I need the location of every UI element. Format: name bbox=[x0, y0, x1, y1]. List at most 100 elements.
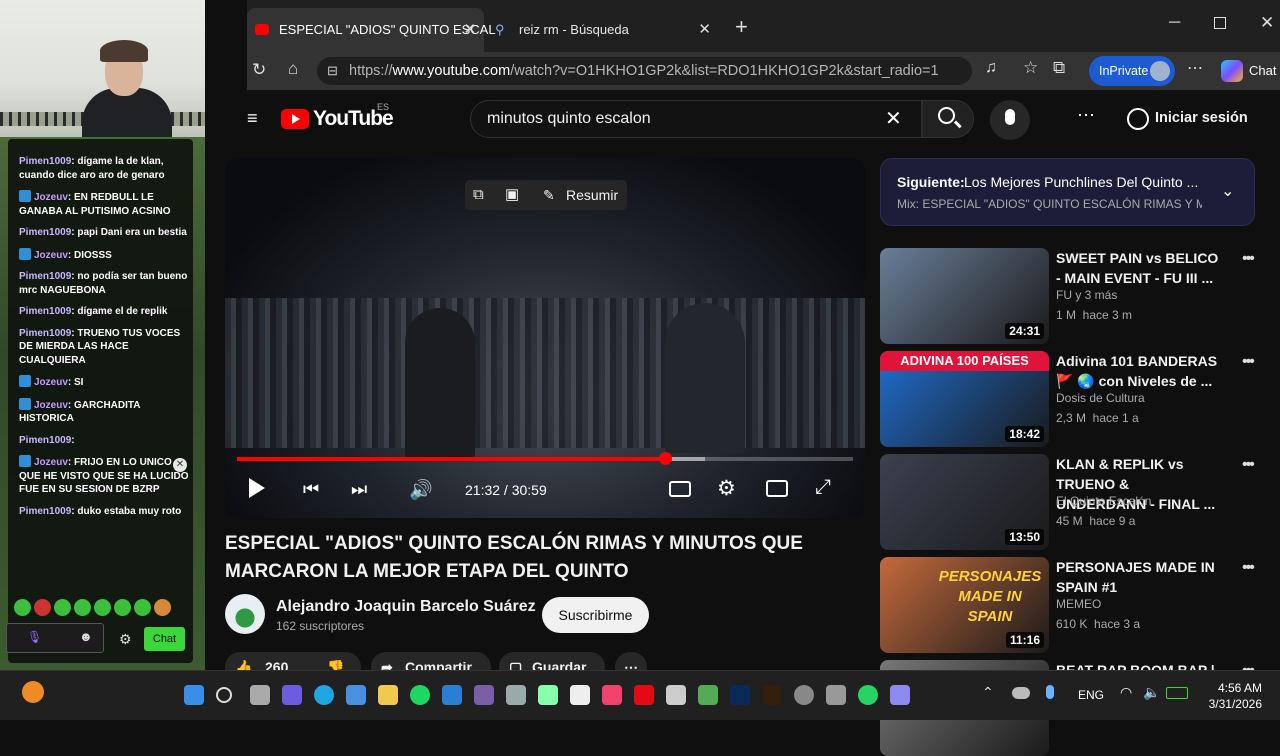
channel-name[interactable]: Alejandro Joaquin Barcelo Suárez bbox=[276, 598, 536, 616]
chat-username[interactable]: Jozeuv bbox=[34, 457, 68, 468]
captions-icon[interactable] bbox=[669, 481, 691, 497]
chat-input[interactable]: 🎙 ☻ bbox=[6, 623, 104, 653]
related-video-channel[interactable]: Dosis de Cultura bbox=[1056, 391, 1145, 405]
chat-username[interactable]: Jozeuv bbox=[34, 400, 68, 411]
related-video-channel[interactable]: El Quinto Escalón bbox=[1056, 494, 1151, 508]
related-video-channel[interactable]: FU y 3 más bbox=[1056, 288, 1117, 302]
youtube-logo-icon[interactable] bbox=[281, 109, 309, 129]
search-button[interactable] bbox=[922, 100, 974, 138]
related-video-title[interactable]: PERSONAJES MADE IN SPAIN #1 bbox=[1056, 557, 1221, 597]
spotify-icon[interactable] bbox=[410, 685, 430, 705]
copilot-chat-label[interactable]: Chat bbox=[1249, 63, 1276, 78]
more-options-icon[interactable]: ••• bbox=[1242, 250, 1255, 268]
app-icon[interactable] bbox=[794, 685, 814, 705]
emote-icon[interactable] bbox=[14, 599, 31, 616]
emoji-icon[interactable]: ☻ bbox=[79, 629, 93, 644]
chat-send-button[interactable]: Chat bbox=[144, 627, 185, 651]
subscribe-button[interactable]: Suscribirme bbox=[542, 597, 649, 633]
more-icon[interactable]: ⋯ bbox=[1077, 105, 1095, 126]
chat-username[interactable]: Pimen1009 bbox=[19, 306, 71, 317]
refresh-icon[interactable]: ↻ bbox=[252, 60, 266, 80]
chat-username[interactable]: Pimen1009 bbox=[19, 271, 71, 282]
battery-icon[interactable] bbox=[1166, 687, 1188, 699]
video-thumbnail[interactable]: ADIVINA 100 PAÍSES 18:42 bbox=[880, 351, 1049, 447]
app-icon[interactable] bbox=[666, 685, 686, 705]
app-icon[interactable] bbox=[698, 685, 718, 705]
system-clock[interactable]: 4:56 AM 3/31/2026 bbox=[1200, 680, 1262, 712]
resumir-button[interactable]: Resumir bbox=[566, 187, 618, 203]
emote-icon[interactable] bbox=[34, 599, 51, 616]
chat-username[interactable]: Pimen1009 bbox=[19, 227, 71, 238]
chat-username[interactable]: Pimen1009 bbox=[19, 156, 71, 167]
chat-username[interactable]: Pimen1009 bbox=[19, 435, 71, 446]
emote-icon[interactable] bbox=[134, 599, 151, 616]
close-icon[interactable]: ✕ bbox=[698, 8, 711, 52]
miniplayer-icon[interactable]: ⧉ bbox=[473, 180, 484, 210]
store-icon[interactable] bbox=[346, 685, 366, 705]
settings-icon[interactable] bbox=[826, 685, 846, 705]
related-video[interactable]: ADIVINA 100 PAÍSES 18:42 Adivina 101 BANDE… bbox=[880, 351, 1260, 447]
copilot-icon[interactable] bbox=[282, 685, 302, 705]
window-close-icon[interactable]: ✕ bbox=[1260, 13, 1274, 33]
chat-username[interactable]: Jozeuv bbox=[34, 377, 68, 388]
fullscreen-icon[interactable]: ⤢ bbox=[815, 476, 831, 499]
copilot-icon[interactable] bbox=[1221, 60, 1243, 82]
maximize-icon[interactable] bbox=[1214, 17, 1226, 29]
pip-icon[interactable]: ▣ bbox=[505, 180, 519, 210]
more-options-icon[interactable]: ••• bbox=[1242, 559, 1255, 577]
chat-username[interactable]: Pimen1009 bbox=[19, 328, 71, 339]
gear-icon[interactable]: ⚙ bbox=[119, 631, 132, 648]
emote-icon[interactable] bbox=[74, 599, 91, 616]
more-options-icon[interactable]: ••• bbox=[1242, 456, 1255, 474]
app-icon[interactable] bbox=[474, 685, 494, 705]
photoshop-icon[interactable] bbox=[730, 685, 750, 705]
voice-search-button[interactable] bbox=[990, 100, 1030, 140]
url-field[interactable]: ⊟ https://www.youtube.com/watch?v=O1HKHO… bbox=[317, 57, 972, 85]
chevron-up-icon[interactable]: ⌃ bbox=[982, 684, 994, 701]
volume-icon[interactable]: 🔊 bbox=[409, 478, 433, 502]
video-player[interactable]: ⧉ ▣ ✎ Resumir ⏮ ⏭ 🔊 21:32 / 30:59 ⚙ ⤢ bbox=[225, 158, 865, 518]
previous-icon[interactable]: ⏮ bbox=[303, 479, 319, 500]
play-icon[interactable] bbox=[249, 478, 265, 498]
emote-icon[interactable] bbox=[54, 599, 71, 616]
emote-row[interactable] bbox=[14, 599, 171, 617]
wifi-icon[interactable]: ◠ bbox=[1120, 684, 1132, 701]
collections-icon[interactable]: ♫ bbox=[985, 59, 997, 77]
volume-icon[interactable]: 🔈 bbox=[1143, 684, 1160, 701]
emote-icon[interactable] bbox=[94, 599, 111, 616]
related-video[interactable]: PERSONAJES MADE IN SPAIN 11:16 PERSONAJES … bbox=[880, 557, 1260, 653]
tab-search[interactable]: ⚲ reiz rm - Búsqueda ✕ bbox=[487, 8, 719, 52]
app-icon[interactable] bbox=[890, 685, 910, 705]
tab-youtube[interactable]: ESPECIAL "ADIOS" QUINTO ESCAL ✕ bbox=[247, 8, 496, 52]
mic-icon[interactable]: 🎙 bbox=[27, 630, 42, 644]
illustrator-icon[interactable] bbox=[762, 685, 782, 705]
music-icon[interactable] bbox=[602, 685, 622, 705]
signin-link[interactable]: Iniciar sesión bbox=[1155, 110, 1248, 126]
language-indicator[interactable]: ENG bbox=[1078, 688, 1104, 702]
extensions-icon[interactable]: ⧉ bbox=[1053, 58, 1065, 78]
playlist-next-box[interactable]: Siguiente: Los Mejores Punchlines Del Qu… bbox=[880, 158, 1255, 226]
clear-search-icon[interactable]: ✕ bbox=[885, 106, 902, 131]
account-icon[interactable] bbox=[1127, 108, 1149, 130]
emote-icon[interactable] bbox=[114, 599, 131, 616]
whatsapp-icon[interactable] bbox=[858, 685, 878, 705]
netflix-icon[interactable] bbox=[634, 685, 654, 705]
theater-icon[interactable] bbox=[766, 480, 788, 497]
related-video-channel[interactable]: MEMEO bbox=[1056, 597, 1101, 611]
new-tab-icon[interactable]: + bbox=[735, 14, 748, 40]
next-title[interactable]: Los Mejores Punchlines Del Quinto ... bbox=[964, 174, 1198, 190]
notepad-icon[interactable] bbox=[570, 685, 590, 705]
search-icon[interactable] bbox=[216, 687, 232, 703]
related-video-title[interactable]: Adivina 101 BANDERAS 🚩 🌏 con Niveles de … bbox=[1056, 351, 1221, 391]
search-input[interactable]: minutos quinto escalon bbox=[470, 100, 922, 138]
video-thumbnail[interactable]: PERSONAJES MADE IN SPAIN 11:16 bbox=[880, 557, 1049, 653]
mic-icon[interactable] bbox=[1046, 685, 1054, 699]
channel-avatar[interactable] bbox=[225, 594, 265, 634]
more-icon[interactable]: ⋯ bbox=[1187, 58, 1203, 78]
weather-widget-icon[interactable] bbox=[22, 681, 44, 703]
chevron-down-icon[interactable]: ⌄ bbox=[1221, 181, 1234, 201]
app-icon[interactable] bbox=[506, 685, 526, 705]
mix-title[interactable]: Mix: ESPECIAL "ADIOS" QUINTO ESCALÓN RIM… bbox=[897, 197, 1202, 211]
start-icon[interactable] bbox=[184, 685, 204, 705]
related-video[interactable]: 13:50 KLAN & REPLIK vs TRUENO & UNDERDANN… bbox=[880, 454, 1260, 550]
